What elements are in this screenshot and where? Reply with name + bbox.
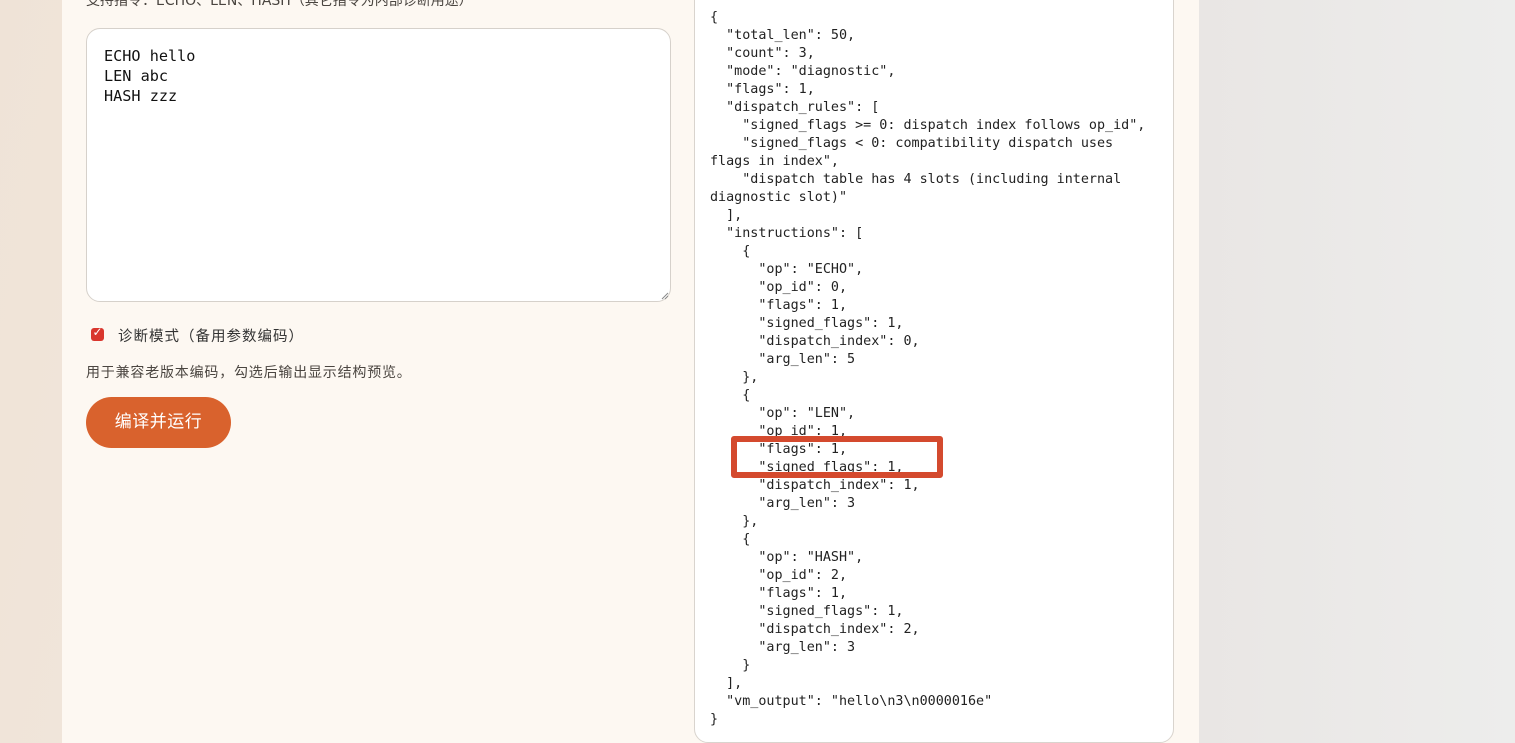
compile-and-run-button[interactable]: 编译并运行 — [86, 397, 231, 448]
supported-commands-hint: 支持指令：ECHO、LEN、HASH（其它指令为内部诊断用途） — [86, 0, 473, 9]
checkmark-icon: ✓ — [92, 325, 103, 339]
code-input-textarea[interactable]: ECHO hello LEN abc HASH zzz — [86, 28, 671, 302]
diagnostic-mode-checkbox[interactable]: ✓ — [91, 325, 104, 341]
page-background-right — [1199, 0, 1515, 743]
diagnostic-mode-label[interactable]: 诊断模式（备用参数编码） — [118, 325, 304, 346]
output-json: { "total_len": 50, "count": 3, "mode": "… — [710, 10, 1146, 727]
resize-grip-icon[interactable] — [661, 292, 669, 300]
highlight-box — [731, 436, 943, 478]
diagnostic-mode-description: 用于兼容老版本编码，勾选后输出显示结构预览。 — [86, 365, 412, 381]
